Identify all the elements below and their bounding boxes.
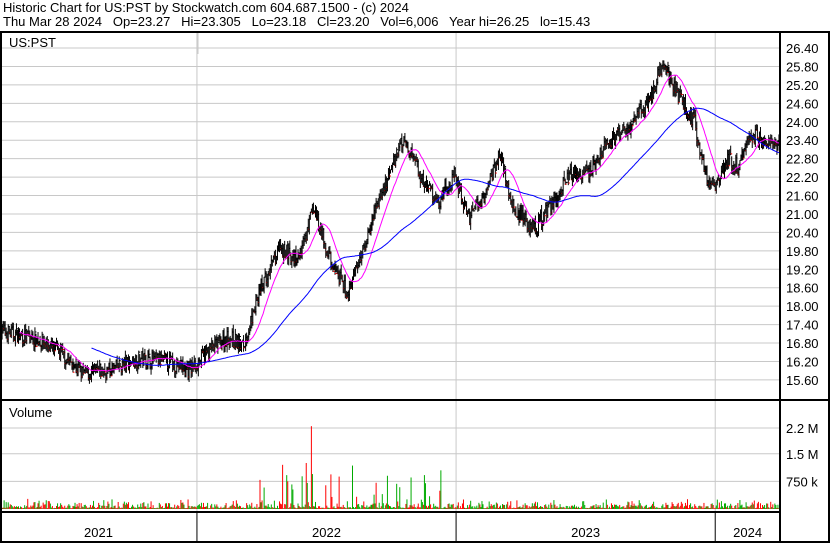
stock-chart: 26.40 25.80 25.20 24.60 24.00 23.40 22.80 22.20…	[0, 31, 830, 543]
symbol-label: US:PST	[9, 35, 56, 50]
volume-label: Volume	[9, 405, 53, 420]
volume-tick-label: 750 k	[786, 474, 818, 489]
year-label: 2021	[84, 525, 113, 540]
price-tick-label: 19.80	[786, 244, 819, 259]
price-tick-label: 20.40	[786, 225, 819, 240]
price-tick-label: 22.20	[786, 170, 819, 185]
price-tick-label: 23.40	[786, 133, 819, 148]
price-tick-label: 16.80	[786, 336, 819, 351]
price-tick-label: 25.80	[786, 59, 819, 74]
price-tick-label: 18.00	[786, 299, 819, 314]
year-label: 2024	[733, 525, 762, 540]
volume-tick-label: 2.2 M	[786, 421, 819, 436]
price-tick-label: 24.00	[786, 115, 819, 130]
price-tick-label: 16.20	[786, 354, 819, 369]
price-tick-label: 25.20	[786, 78, 819, 93]
year-label: 2022	[312, 525, 341, 540]
long-moving-average-line	[91, 107, 780, 366]
price-tick-label: 22.80	[786, 152, 819, 167]
price-tick-label: 15.60	[786, 373, 819, 388]
price-tick-label: 21.00	[786, 207, 819, 222]
price-tick-label: 24.60	[786, 96, 819, 111]
price-tick-label: 17.40	[786, 318, 819, 333]
short-moving-average-line	[19, 74, 779, 372]
price-tick-label: 18.60	[786, 281, 819, 296]
price-tick-label: 19.20	[786, 262, 819, 277]
volume-tick-label: 1.5 M	[786, 447, 819, 462]
chart-frame	[0, 31, 830, 543]
price-tick-label: 26.40	[786, 41, 819, 56]
price-tick-label: 21.60	[786, 189, 819, 204]
year-label: 2023	[571, 525, 600, 540]
